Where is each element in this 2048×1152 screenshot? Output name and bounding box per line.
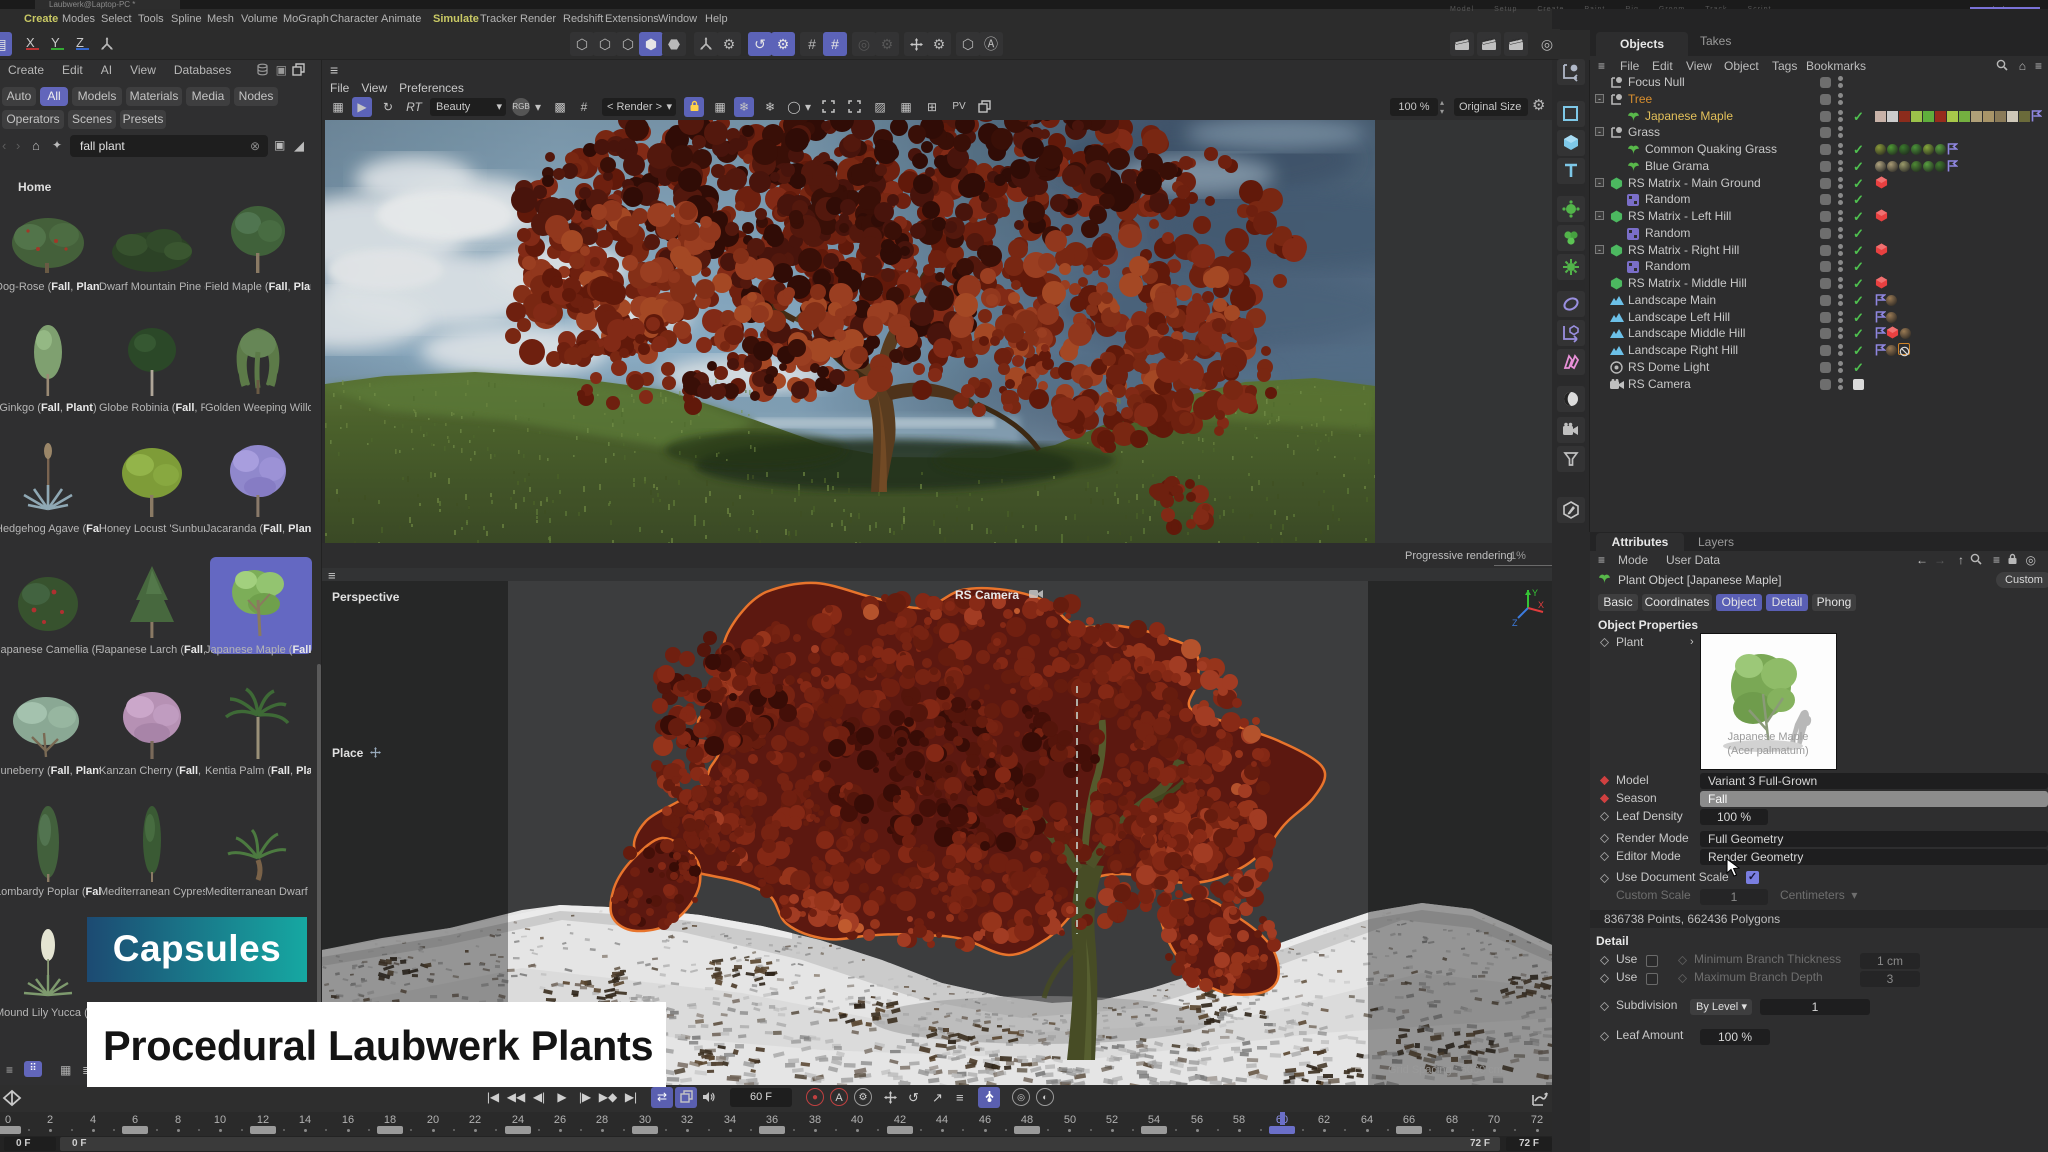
svg-text:Z: Z (1512, 618, 1518, 628)
svg-text:Y: Y (1532, 588, 1538, 598)
svg-text:Japanese Maple: Japanese Maple (1728, 731, 1809, 743)
svg-text:X: X (1538, 600, 1544, 610)
svg-text:(Acer palmatum): (Acer palmatum) (1727, 745, 1808, 757)
